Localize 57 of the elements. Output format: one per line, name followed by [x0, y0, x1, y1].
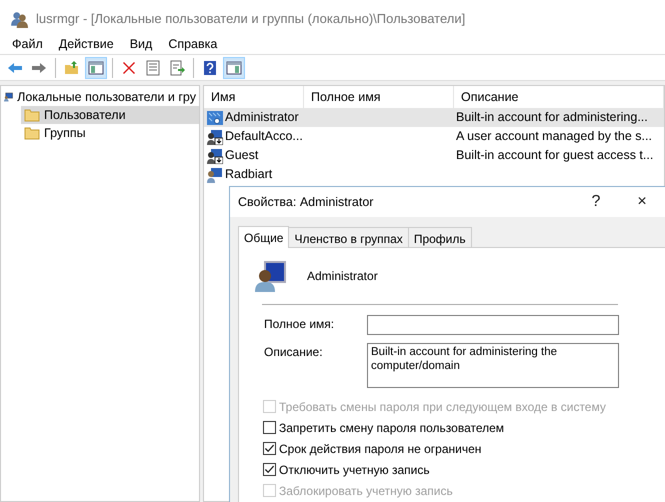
delete-icon	[121, 60, 137, 76]
table-cell-text: Administrator	[225, 109, 299, 126]
table-row[interactable]: Guest Built-in account for guest access t...	[204, 146, 664, 165]
checkbox[interactable]	[263, 421, 276, 434]
tree-label: Пользователи	[44, 106, 126, 124]
tree-item[interactable]: Пользователи	[21, 106, 199, 124]
dialog-title: Свойства: Administrator	[238, 194, 374, 211]
folder-arrow-icon	[64, 60, 80, 76]
properties-icon	[145, 60, 161, 76]
admin-user-icon	[207, 110, 223, 126]
menu-item[interactable]: Вид	[122, 34, 160, 54]
user-icon	[207, 148, 223, 164]
table-row[interactable]: Radbiart	[204, 165, 664, 184]
table-cell-text: Guest	[225, 147, 258, 164]
tab[interactable]: Профиль	[408, 227, 472, 247]
table-row[interactable]: Administrator Built-in account for administering...	[204, 108, 664, 127]
user-computer-icon	[255, 259, 287, 293]
table-cell: Built-in account for administering...	[456, 110, 648, 124]
field-label: Полное имя:	[264, 316, 336, 333]
user-icon	[207, 166, 223, 182]
menu-item[interactable]: Файл	[4, 34, 51, 54]
help-icon	[202, 60, 218, 76]
folder-icon	[24, 107, 40, 123]
export-icon	[169, 60, 185, 76]
tree-label: Группы	[44, 124, 86, 142]
text-area[interactable]: Built-in account for administering the computer/domain	[367, 343, 619, 388]
window-title: lusrmgr - [Локальные пользователи и группы (локально)\Пользователи]	[36, 10, 466, 28]
panel-icon	[88, 60, 104, 76]
table-cell: A user account managed by the s...	[456, 129, 652, 144]
toolbar-button[interactable]	[85, 56, 107, 78]
table-cell-text: DefaultAcco...	[225, 128, 303, 146]
table-cell-text: Radbiart	[225, 166, 272, 184]
users-icon	[10, 10, 28, 28]
table-row[interactable]: DefaultAcco... A user account managed by the s...	[204, 127, 664, 146]
checkbox-label: Отключить учетную запись	[279, 462, 430, 478]
menu-item[interactable]: Справка	[160, 34, 226, 54]
tab[interactable]: Членство в группах	[288, 227, 409, 247]
help-button[interactable]: ?	[573, 190, 619, 214]
checkbox-label: Требовать смены пароля при следующем входе в систему	[279, 398, 606, 416]
tab[interactable]: Общие	[238, 226, 290, 248]
checkbox-label: Срок действия пароля не ограничен	[279, 440, 482, 458]
menu-item[interactable]: Действие	[50, 34, 122, 54]
toolbar-button[interactable]	[223, 56, 245, 78]
checkbox-label: Запретить смену пароля пользователем	[279, 420, 504, 436]
table-cell: Built-in account for guest access t...	[456, 148, 654, 162]
checkbox-label: Заблокировать учетную запись	[279, 482, 453, 500]
user-icon	[207, 128, 223, 144]
user-name: Administrator	[307, 268, 378, 285]
field-label: Описание:	[264, 344, 324, 361]
check-icon	[264, 464, 275, 475]
checkbox[interactable]	[263, 463, 276, 476]
close-button[interactable]: ×	[619, 190, 665, 214]
tree-item[interactable]: Группы	[21, 124, 199, 142]
panel-icon	[226, 60, 242, 76]
check-icon	[264, 443, 275, 454]
checkbox[interactable]	[263, 442, 276, 455]
input-field[interactable]	[367, 315, 619, 335]
